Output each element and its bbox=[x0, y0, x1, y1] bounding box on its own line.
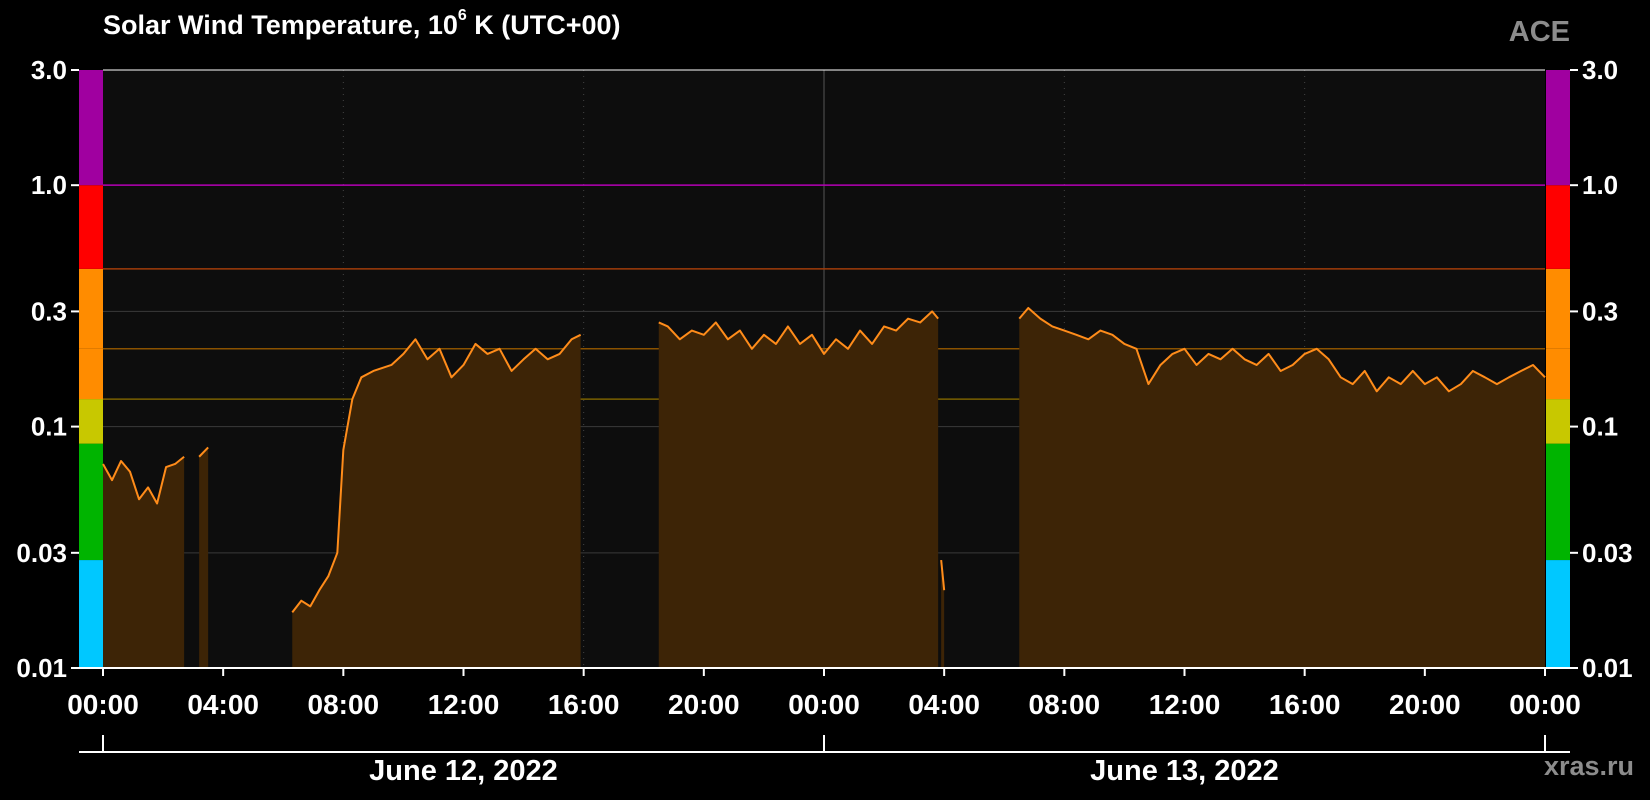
x-tick-label: 00:00 bbox=[1509, 689, 1581, 720]
x-tick-label: 20:00 bbox=[1389, 689, 1461, 720]
x-tick-label: 00:00 bbox=[788, 689, 860, 720]
band-left bbox=[79, 560, 103, 668]
band-left bbox=[79, 268, 103, 349]
x-tick-label: 12:00 bbox=[1149, 689, 1221, 720]
series-area bbox=[658, 311, 939, 668]
band-left bbox=[79, 443, 103, 561]
band-right bbox=[1546, 348, 1570, 400]
x-tick-label: 04:00 bbox=[908, 689, 980, 720]
band-right bbox=[1546, 560, 1570, 668]
series-area bbox=[199, 447, 209, 668]
y-tick-label: 0.1 bbox=[31, 412, 67, 442]
x-tick-label: 08:00 bbox=[1029, 689, 1101, 720]
y-tick-label: 3.0 bbox=[31, 55, 67, 85]
y-tick-label: 1.0 bbox=[31, 170, 67, 200]
y-tick-label: 0.3 bbox=[1582, 296, 1618, 326]
band-left bbox=[79, 70, 103, 186]
x-tick-label: 16:00 bbox=[548, 689, 620, 720]
date-label: June 12, 2022 bbox=[369, 755, 558, 787]
x-tick-label: 08:00 bbox=[308, 689, 380, 720]
date-axis: June 12, 2022 June 13, 2022 bbox=[79, 735, 1570, 787]
y-tick-label: 0.01 bbox=[1582, 653, 1633, 683]
date-label: June 13, 2022 bbox=[1090, 755, 1279, 787]
band-left bbox=[79, 399, 103, 444]
x-tick-label: 16:00 bbox=[1269, 689, 1341, 720]
y-tick-label: 0.01 bbox=[16, 653, 67, 683]
y-tick-label: 0.1 bbox=[1582, 412, 1618, 442]
band-right bbox=[1546, 268, 1570, 349]
x-tick-label: 00:00 bbox=[67, 689, 139, 720]
y-tick-label: 0.03 bbox=[16, 538, 67, 568]
x-axis-ticks: 00:00 04:00 08:00 12:00 16:00 20:00 00:00 04:00… bbox=[67, 668, 1581, 720]
band-right bbox=[1546, 70, 1570, 186]
band-right bbox=[1546, 185, 1570, 269]
y-tick-label: 1.0 bbox=[1582, 170, 1618, 200]
y-tick-label: 0.03 bbox=[1582, 538, 1633, 568]
x-tick-label: 20:00 bbox=[668, 689, 740, 720]
x-tick-label: 04:00 bbox=[187, 689, 259, 720]
band-right bbox=[1546, 399, 1570, 444]
temperature-chart: 3.0 3.0 1.0 1.0 0.3 0.3 0.1 0.1 0.03 0.03 0.01 0.01… bbox=[16, 55, 1633, 787]
band-right bbox=[1546, 443, 1570, 561]
band-left bbox=[79, 185, 103, 269]
x-tick-label: 12:00 bbox=[428, 689, 500, 720]
y-tick-label: 3.0 bbox=[1582, 55, 1618, 85]
band-left bbox=[79, 348, 103, 400]
y-tick-label: 0.3 bbox=[31, 296, 67, 326]
